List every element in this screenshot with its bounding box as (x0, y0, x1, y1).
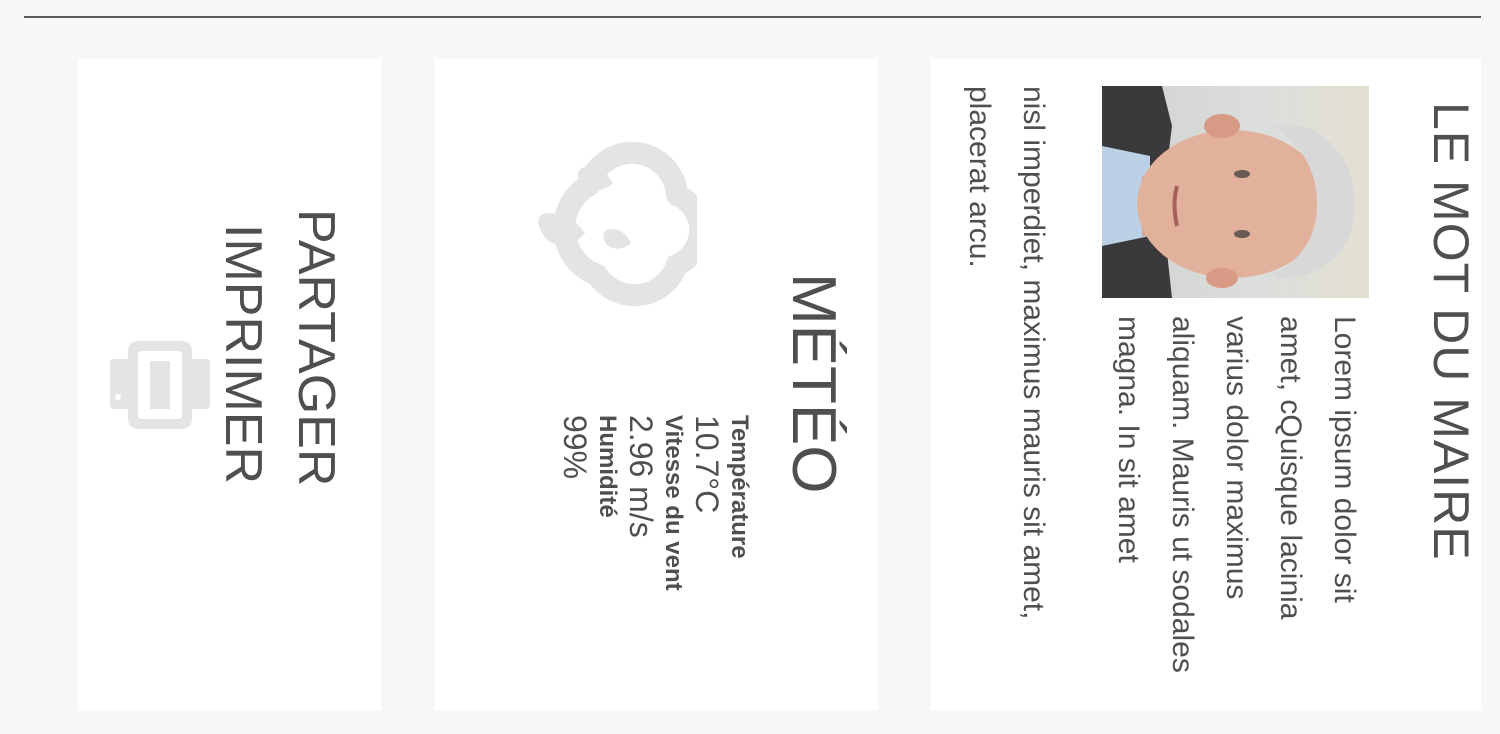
humidity-label: Humidité (594, 415, 621, 518)
wind-speed-label: Vitesse du vent (660, 415, 687, 591)
temperature-label: Température (726, 415, 753, 559)
weather-row-humidity: Humidité 99% (557, 415, 621, 675)
weather-panel: MÉTÉO Température 10.7°C Vitesse du vent… (435, 59, 878, 710)
weather-details: Température 10.7°C Vitesse du vent 2.96 … (555, 415, 753, 675)
printer-icon[interactable] (110, 331, 210, 439)
mayor-word-title: LE MOT DU MAIRE (1423, 102, 1479, 561)
mayor-photo (1102, 86, 1369, 298)
top-divider (24, 16, 1481, 18)
rain-cloud-icon (538, 142, 697, 307)
weather-row-temperature: Température 10.7°C (689, 415, 753, 675)
temperature-value: 10.7°C (689, 415, 725, 514)
humidity-value: 99% (557, 415, 593, 480)
wind-speed-value: 2.96 m/s (623, 415, 659, 538)
share-link[interactable]: PARTAGER (281, 209, 351, 486)
weather-title: MÉTÉO (779, 273, 848, 494)
share-print-panel: PARTAGER IMPRIMER (78, 59, 381, 710)
mayor-word-panel: LE MOT DU MAIRE Lorem ipsum dolor sit am… (931, 59, 1481, 710)
print-link[interactable]: IMPRIMER (208, 224, 278, 484)
weather-row-wind: Vitesse du vent 2.96 m/s (623, 415, 687, 675)
mayor-word-text-column-2: nisl imperdiet, maximus mauris sit amet,… (963, 86, 1050, 620)
mayor-word-text-column-1: Lorem ipsum dolor sit amet, cQuisque lac… (1112, 316, 1361, 673)
